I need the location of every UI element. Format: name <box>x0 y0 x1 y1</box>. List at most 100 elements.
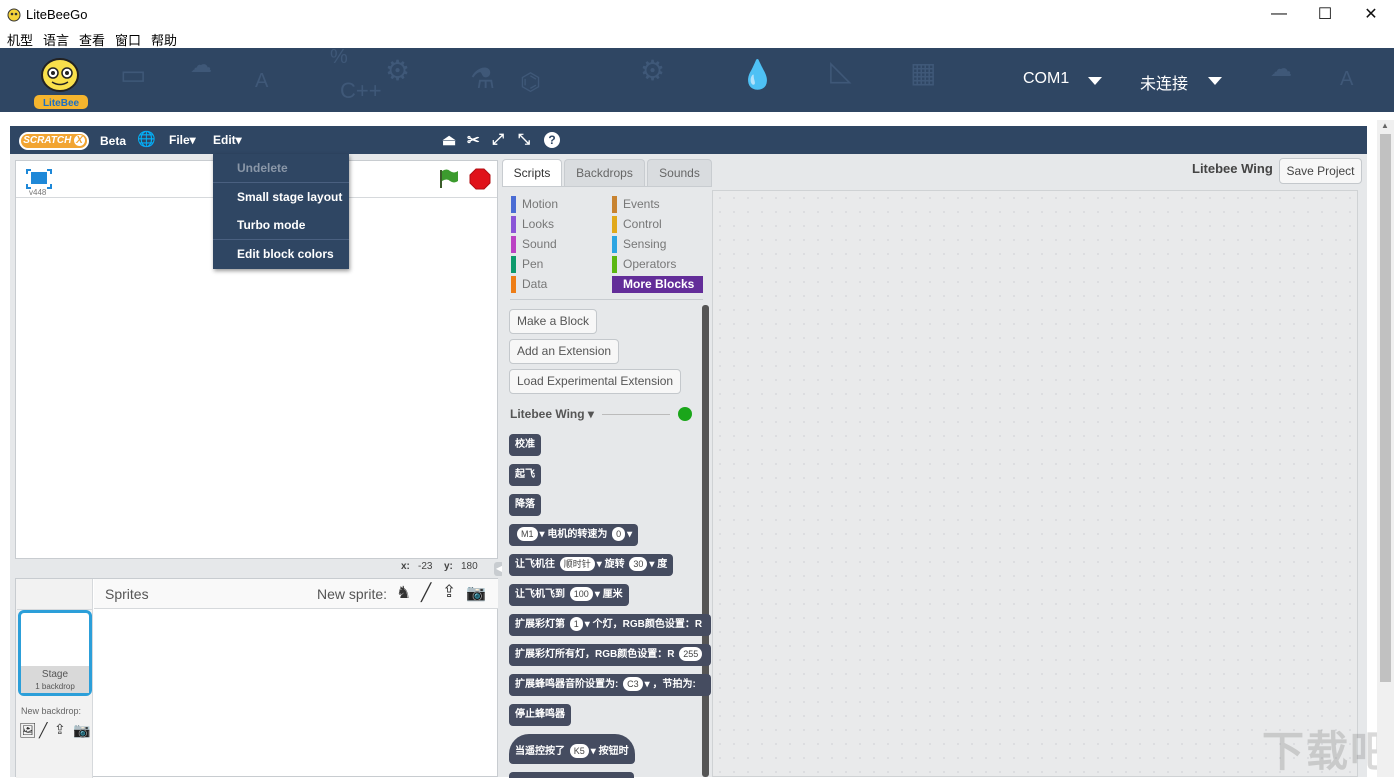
category-more-blocks[interactable]: More Blocks <box>612 276 703 293</box>
menu-view[interactable]: 查看 <box>79 30 105 49</box>
sprites-title: Sprites <box>105 586 149 602</box>
sprite-camera-icon[interactable]: 📷 <box>466 583 486 603</box>
port-select[interactable]: COM1 <box>1023 70 1069 88</box>
sprites-header: Sprites New sprite: ♞ ╱ ⇪ 📷 <box>94 579 498 609</box>
connection-chevron-down-icon[interactable] <box>1208 77 1222 85</box>
block-stop-buzzer[interactable]: 停止蜂鸣器 <box>509 704 571 726</box>
close-button[interactable]: ✕ <box>1348 0 1394 28</box>
new-sprite-label: New sprite: <box>317 586 388 602</box>
category-control[interactable]: Control <box>612 216 662 233</box>
gear-decor-icon: ⚙ <box>385 55 411 86</box>
minimize-button[interactable]: — <box>1256 0 1302 28</box>
watermark: 下载吧 <box>1262 728 1394 775</box>
litebee-logo: LiteBee <box>34 58 88 109</box>
backdrop-library-icon[interactable]: 🖼 <box>19 722 37 739</box>
menu-item-edit-block-colors[interactable]: Edit block colors <box>213 240 349 268</box>
green-flag-icon[interactable] <box>437 168 459 190</box>
backdrop-upload-icon[interactable]: ⇪ <box>54 721 66 738</box>
menu-language[interactable]: 语言 <box>43 30 69 49</box>
category-sensing[interactable]: Sensing <box>612 236 666 253</box>
menu-model[interactable]: 机型 <box>7 30 33 49</box>
edit-menu[interactable]: Edit▾ <box>213 133 242 147</box>
protractor-decor-icon: ◺ <box>830 55 852 86</box>
gear-decor-icon-2: ⚙ <box>640 55 666 86</box>
connection-select[interactable]: 未连接 <box>1140 70 1188 94</box>
block-rotate[interactable]: 让飞机往 顺时针 ▾ 旋转 30 ▾ 度 <box>509 554 674 576</box>
sprite-library-icon[interactable]: ♞ <box>396 583 411 603</box>
category-operators[interactable]: Operators <box>612 256 676 273</box>
litebee-app-icon <box>7 8 21 22</box>
category-pen[interactable]: Pen <box>511 256 543 273</box>
category-sound[interactable]: Sound <box>511 236 557 253</box>
file-menu[interactable]: File▾ <box>169 133 196 147</box>
delete-scissors-icon[interactable]: ✂ <box>467 131 480 149</box>
cloud-decor-icon: ☁ <box>190 52 212 77</box>
help-icon[interactable]: ? <box>544 132 560 148</box>
scripts-area[interactable] <box>712 190 1358 777</box>
tab-sounds[interactable]: Sounds <box>647 159 712 186</box>
scrollbar-thumb[interactable] <box>1380 134 1391 682</box>
scratchx-logo[interactable]: SCRATCH X <box>19 132 89 150</box>
load-experimental-extension-button[interactable]: Load Experimental Extension <box>509 369 682 394</box>
menu-item-small-stage[interactable]: Small stage layout <box>213 183 349 211</box>
stop-sign-icon[interactable] <box>469 168 491 190</box>
letter-decor-icon: A <box>255 70 269 92</box>
grow-icon[interactable]: ⤢ <box>492 131 504 148</box>
add-extension-button[interactable]: Add an Extension <box>509 339 620 364</box>
stage-thumbnail-sublabel: 1 backdrop <box>35 682 75 691</box>
block-buzzer-tone[interactable]: 扩展蜂鸣器音阶设置为: C3 ▾ ，节拍为: <box>509 674 711 696</box>
palette-tabs: Scripts Backdrops Sounds <box>502 159 712 186</box>
window-scrollbar[interactable]: ▲ <box>1377 120 1394 777</box>
block-takeoff[interactable]: 起飞 <box>509 464 541 486</box>
scripts-header: Litebee Wing Save Project <box>712 154 1367 190</box>
tab-backdrops[interactable]: Backdrops <box>564 159 645 186</box>
cloud-decor-icon-2: ☁ <box>1270 56 1292 81</box>
window-title: LiteBeeGo <box>26 7 88 22</box>
scratch-topbar: SCRATCH X Beta 🌐 File▾ Edit▾ ⏏ ✂ ⤢ ⤡ ? <box>10 126 1367 154</box>
category-data[interactable]: Data <box>511 276 547 293</box>
block-fly-to-height[interactable]: 让飞机飞到 100 ▾ 厘米 <box>509 584 629 606</box>
menu-item-undelete[interactable]: Undelete <box>213 154 349 182</box>
stage-thumbnail-label: Stage <box>41 669 69 680</box>
menu-item-turbo-mode[interactable]: Turbo mode <box>213 211 349 239</box>
save-project-button[interactable]: Save Project <box>1279 158 1362 184</box>
make-a-block-button[interactable]: Make a Block <box>509 309 598 334</box>
window-titlebar: LiteBeeGo — ☐ ✕ <box>0 0 1394 28</box>
stage-thumbnail[interactable]: Stage 1 backdrop <box>18 610 92 696</box>
category-looks[interactable]: Looks <box>511 216 554 233</box>
drop-decor-icon: 💧 <box>740 59 775 90</box>
tab-scripts[interactable]: Scripts <box>502 159 562 186</box>
block-led-single[interactable]: 扩展彩灯第 1 ▾ 个灯，RGB颜色设置：R <box>509 614 711 636</box>
stage-coordinates: x: -23 y: 180 <box>15 559 498 575</box>
backdrop-camera-icon[interactable]: 📷 <box>73 722 90 739</box>
duplicate-stamp-icon[interactable]: ⏏ <box>442 131 456 149</box>
block-land[interactable]: 降落 <box>509 494 541 516</box>
menu-help[interactable]: 帮助 <box>151 30 177 49</box>
block-led-all[interactable]: 扩展彩灯所有灯，RGB颜色设置：R 255 <box>509 644 711 666</box>
shrink-icon[interactable]: ⤡ <box>518 131 530 148</box>
scroll-up-icon[interactable]: ▲ <box>1381 121 1389 130</box>
menubar: 机型 语言 查看 窗口 帮助 <box>0 28 1394 48</box>
y-label: y: <box>444 561 453 572</box>
block-calibrate[interactable]: 校准 <box>509 434 541 456</box>
cplusplus-decor-icon: C++ <box>340 78 382 103</box>
palette-scrollbar[interactable] <box>702 305 709 777</box>
block-when-remote-pressed[interactable]: 当遥控按了 K5 ▾ 按钮时 <box>509 734 635 764</box>
port-chevron-down-icon[interactable] <box>1088 77 1102 85</box>
new-backdrop-label: New backdrop: <box>21 706 82 716</box>
globe-language-icon[interactable]: 🌐 <box>137 130 156 148</box>
block-motor-speed[interactable]: M1 ▾ 电机的转速为 0 ▾ <box>509 524 639 546</box>
category-motion[interactable]: Motion <box>511 196 558 213</box>
sprite-upload-icon[interactable]: ⇪ <box>442 582 456 602</box>
menu-window[interactable]: 窗口 <box>115 30 141 49</box>
extension-title[interactable]: Litebee Wing ▾ <box>510 407 594 421</box>
beta-label: Beta <box>100 134 127 148</box>
category-events[interactable]: Events <box>612 196 660 213</box>
backdrop-paint-icon[interactable]: ╱ <box>39 722 47 739</box>
stage-thumbnail-column: Stage 1 backdrop New backdrop: 🖼 ╱ ⇪ 📷 <box>16 579 93 778</box>
calculator-decor-icon: ▦ <box>910 57 937 88</box>
maximize-button[interactable]: ☐ <box>1302 0 1348 28</box>
fullscreen-icon[interactable] <box>25 168 53 190</box>
x-label: x: <box>401 561 410 572</box>
sprite-paint-icon[interactable]: ╱ <box>421 583 431 603</box>
